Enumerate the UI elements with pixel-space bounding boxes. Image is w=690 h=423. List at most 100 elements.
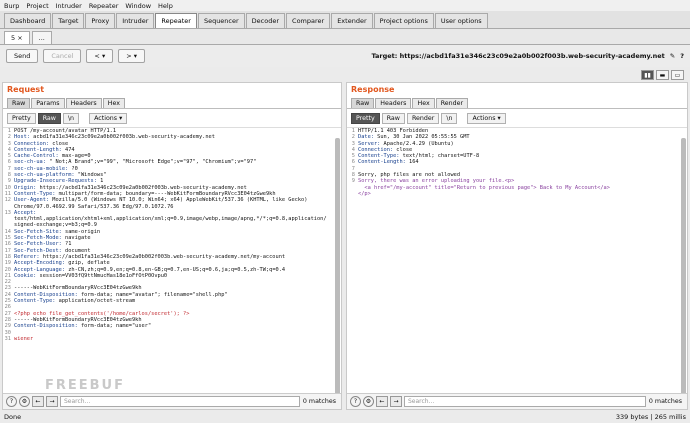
response-render-button[interactable]: Render [406,112,440,124]
request-search-bar: ? ⚙ ← → Search... 0 matches [3,393,341,409]
header-name: Sec-Fetch-Site: [14,228,62,235]
response-size: 339 bytes | 265 millis [615,413,686,421]
response-scrollbar[interactable] [681,138,686,408]
header-value: </p> [358,190,371,197]
tab-project-options[interactable]: Project options [373,13,434,28]
tab-decoder[interactable]: Decoder [245,13,286,28]
header-name: sec-ch-ua-platform: [14,172,75,179]
header-value: https://acbd1fa31e346c23c09e2a0b002f003b… [36,184,247,191]
edit-icon[interactable]: ✎ [670,52,675,60]
header-value: HTTP/1.1 403 Forbidden [358,128,429,134]
header-value: application/octet-stream [55,298,136,305]
request-pretty-button[interactable]: Pretty [7,112,36,124]
header-value: zh-CN,zh;q=0.9,en;q=0.8,en-GB;q=0.7,en-U… [65,266,286,273]
tab-intruder[interactable]: Intruder [116,13,155,28]
header-value: ?0 [68,165,78,172]
forward-button[interactable]: > ▾ [118,49,145,63]
tab-extender[interactable]: Extender [331,13,373,28]
menu-intruder[interactable]: Intruder [56,2,82,10]
request-actions-button[interactable]: Actions ▾ [89,112,128,124]
response-newline-button[interactable]: \n [441,112,458,124]
response-raw-button[interactable]: Raw [381,112,405,124]
forward-label: > [126,52,132,60]
request-tab-params[interactable]: Params [31,98,65,108]
header-name: Origin: [14,184,37,191]
tab-dashboard[interactable]: Dashboard [4,13,52,28]
settings-icon[interactable]: ⚙ [19,396,30,407]
layout-stacked-icon[interactable]: ▬ [656,70,669,80]
menu-burp[interactable]: Burp [4,2,19,10]
tab-proxy[interactable]: Proxy [85,13,116,28]
send-button[interactable]: Send [6,49,39,63]
status-text: Done [4,413,22,421]
tab-target[interactable]: Target [52,13,85,28]
cancel-button[interactable]: Cancel [43,49,82,63]
request-tabs: Raw Params Headers Hex [3,96,341,109]
status-bar: Done 339 bytes | 265 millis [0,411,690,423]
menu-window[interactable]: Window [125,2,151,10]
header-value: Sun, 30 Jan 2022 05:55:55 GMT [373,134,470,141]
response-title: Response [351,85,395,94]
main-tabs: Dashboard Target Proxy Intruder Repeater… [0,11,690,29]
prev-match-icon[interactable]: ← [376,396,388,407]
tab-repeater[interactable]: Repeater [155,13,197,28]
response-actions-button[interactable]: Actions ▾ [467,112,506,124]
header-value: document [61,247,91,254]
header-name: Referer: [14,253,40,260]
response-editor[interactable]: 1 HTTP/1.1 403 Forbidden 2 Date: Sun, 30 Ja… [347,128,687,197]
request-editor[interactable]: 1 POST /my-account/avatar HTTP/1.1 2 Host: … [3,128,341,342]
header-value: navigate [61,235,91,242]
prev-match-icon[interactable]: ← [32,396,44,407]
layout-switcher: ▮▮ ▬ ▭ [0,70,690,82]
request-tab-headers[interactable]: Headers [65,98,102,108]
header-name: Content-Type: [358,153,400,160]
header-value: <?php echo file_get_contents('/home/carl… [14,310,190,317]
request-newline-button[interactable]: \n [62,112,80,124]
target-label: Target: https://acbd1fa31e346c23c09e2a0b… [371,52,665,60]
next-match-icon[interactable]: → [46,396,58,407]
header-value: Sorry, there was an error uploading your… [358,178,515,185]
response-tab-hex[interactable]: Hex [412,98,435,108]
header-name: Server: [358,140,381,147]
response-tab-raw[interactable]: Raw [351,98,375,108]
layout-side-by-side-icon[interactable]: ▮▮ [641,70,654,80]
request-tab-raw[interactable]: Raw [7,98,31,108]
tab-sequencer[interactable]: Sequencer [197,13,245,28]
response-tab-headers[interactable]: Headers [375,98,412,108]
menu-help[interactable]: Help [158,2,173,10]
response-tabs: Raw Headers Hex Render [347,96,687,109]
header-name: Sec-Fetch-User: [14,241,62,248]
tab-user-options[interactable]: User options [434,13,488,28]
help-icon[interactable]: ? [680,52,684,60]
response-search-input[interactable]: Search... [404,396,646,407]
response-matches-count: 0 matches [648,398,682,405]
header-name: Content-Disposition: [14,323,78,330]
help-icon[interactable]: ? [350,396,361,407]
header-value: "Windows" [74,172,107,179]
new-repeater-tab[interactable]: ... [31,31,52,44]
header-name: Content-Disposition: [14,291,78,298]
request-raw-button[interactable]: Raw [37,112,61,124]
back-button[interactable]: < ▾ [86,49,114,63]
settings-icon[interactable]: ⚙ [363,396,374,407]
menu-repeater[interactable]: Repeater [89,2,119,10]
header-value: close [49,140,69,147]
request-tab-hex[interactable]: Hex [102,98,125,108]
header-name: Sec-Fetch-Dest: [14,247,62,254]
repeater-tab-5[interactable]: 5 × [4,31,30,44]
repeater-toolbar: Send Cancel < ▾ > ▾ Target: https://acbd… [0,45,690,67]
request-scrollbar[interactable] [335,138,340,408]
next-match-icon[interactable]: → [390,396,402,407]
tab-comparer[interactable]: Comparer [286,13,331,28]
layout-tabs-icon[interactable]: ▭ [671,70,684,80]
response-tab-render[interactable]: Render [435,98,469,108]
header-value: POST /my-account/avatar HTTP/1.1 [14,128,117,134]
repeater-subtabs: 5 × ... [0,29,690,45]
response-pretty-button[interactable]: Pretty [351,112,380,124]
header-value: form-data; name="avatar"; filename="shel… [77,291,228,298]
help-icon[interactable]: ? [6,396,17,407]
close-icon[interactable]: × [17,34,22,42]
menu-project[interactable]: Project [26,2,48,10]
request-title: Request [7,85,45,94]
request-search-input[interactable]: Search... [60,396,300,407]
